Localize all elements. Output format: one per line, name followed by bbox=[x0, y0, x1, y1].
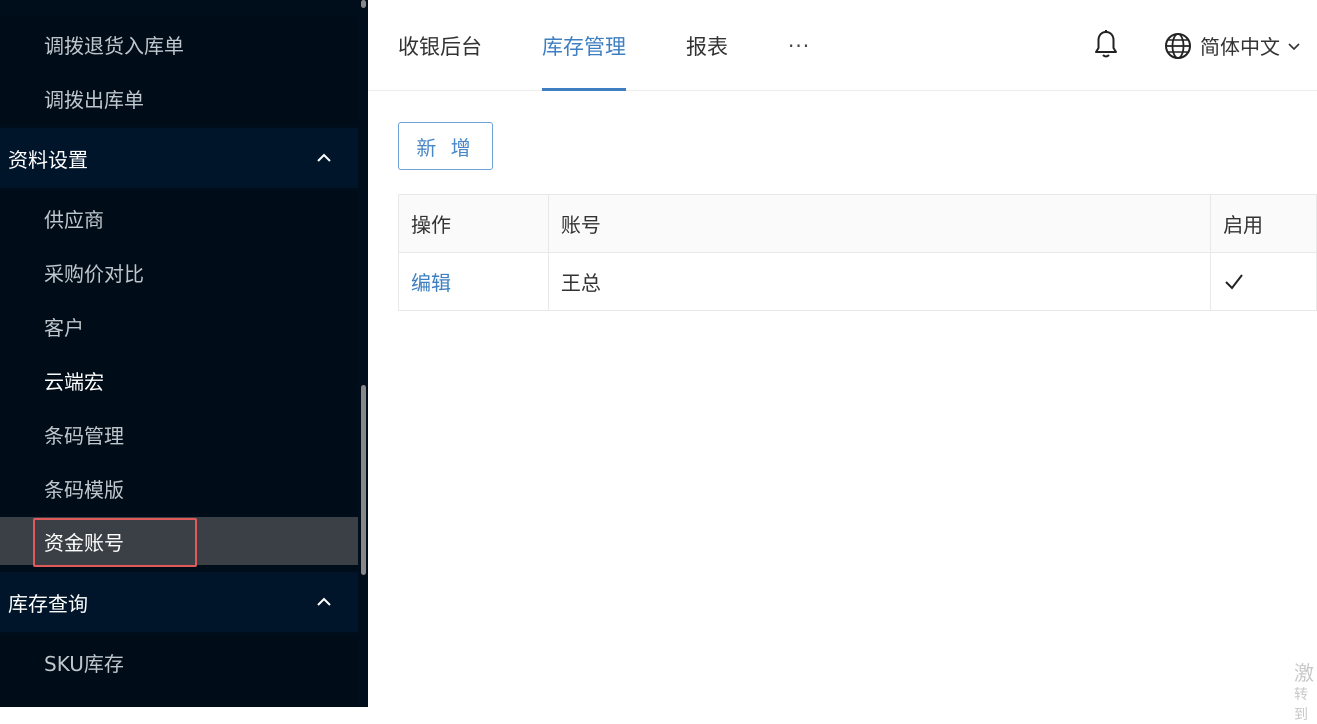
sidebar-group-data-settings[interactable]: 资料设置 bbox=[0, 128, 358, 188]
more-tabs-button[interactable]: ··· bbox=[788, 0, 810, 91]
activation-watermark-line1: 激 bbox=[1294, 661, 1314, 685]
sidebar-item-partial[interactable] bbox=[0, 689, 358, 707]
sidebar-item-transfer-return-in[interactable]: 调拨退货入库单 bbox=[0, 17, 358, 71]
chevron-up-icon bbox=[317, 597, 331, 606]
tab-inventory-management[interactable]: 库存管理 bbox=[542, 0, 626, 91]
tab-label: 库存管理 bbox=[542, 34, 626, 59]
fund-account-table: 操作 账号 启用 编辑 王总 bbox=[398, 194, 1317, 311]
sidebar-group-stock-query[interactable]: 库存查询 bbox=[0, 572, 358, 632]
language-label: 简体中文 bbox=[1200, 35, 1280, 59]
column-header-account[interactable]: 账号 bbox=[547, 194, 1212, 253]
language-selector[interactable]: 简体中文 bbox=[1164, 0, 1302, 91]
add-button[interactable]: 新 增 bbox=[398, 122, 493, 170]
enabled-cell bbox=[1210, 252, 1317, 311]
sidebar-item-label: 条码模版 bbox=[44, 477, 124, 502]
scrollbar-track[interactable] bbox=[358, 0, 368, 707]
sidebar-group-label: 资料设置 bbox=[8, 147, 88, 172]
table-header-row: 操作 账号 启用 bbox=[398, 194, 1317, 253]
sidebar-item-supplier[interactable]: 供应商 bbox=[0, 191, 358, 245]
sidebar-item-label: 调拨出库单 bbox=[44, 87, 144, 112]
sidebar-item-price-compare[interactable]: 采购价对比 bbox=[0, 245, 358, 299]
sidebar-item-label: 云端宏 bbox=[44, 369, 104, 394]
tab-reports[interactable]: 报表 bbox=[686, 0, 728, 91]
tab-label: 收银后台 bbox=[398, 34, 482, 59]
sidebar-item-cloud-macro[interactable]: 云端宏 bbox=[0, 353, 358, 407]
sidebar-item-label: 采购价对比 bbox=[44, 261, 144, 286]
sidebar-item-label: 调拨退货入库单 bbox=[44, 33, 184, 58]
column-header-enabled[interactable]: 启用 bbox=[1210, 194, 1317, 253]
chevron-up-icon bbox=[317, 153, 331, 162]
account-cell: 王总 bbox=[547, 252, 1212, 311]
sidebar-item-label: 客户 bbox=[44, 315, 84, 340]
globe-icon bbox=[1165, 32, 1191, 59]
sidebar-item-barcode-template[interactable]: 条码模版 bbox=[0, 461, 358, 515]
sidebar-item-fund-account[interactable]: 资金账号 bbox=[0, 517, 358, 565]
sidebar-item-customer[interactable]: 客户 bbox=[0, 299, 358, 353]
table-row: 编辑 王总 bbox=[398, 252, 1317, 311]
sidebar-item-label: 供应商 bbox=[44, 207, 104, 232]
edit-link[interactable]: 编辑 bbox=[398, 252, 549, 311]
activation-watermark-line2: 转到 bbox=[1294, 687, 1308, 723]
sidebar-item-label: 资金账号 bbox=[44, 530, 124, 555]
tab-label: 报表 bbox=[686, 34, 728, 59]
scrollbar-thumb[interactable] bbox=[361, 385, 366, 575]
tab-cashier-backend[interactable]: 收银后台 bbox=[398, 0, 482, 91]
chevron-down-icon bbox=[1288, 42, 1300, 50]
sidebar-item-label: SKU库存 bbox=[44, 651, 124, 676]
scrollbar-top-thumb[interactable] bbox=[361, 0, 366, 8]
checkmark-icon bbox=[1225, 273, 1243, 290]
sidebar-item-barcode-manage[interactable]: 条码管理 bbox=[0, 407, 358, 461]
top-header: 收银后台 库存管理 报表 ··· 简体中文 bbox=[368, 0, 1317, 91]
sidebar-item-transfer-out[interactable]: 调拨出库单 bbox=[0, 71, 358, 125]
sidebar-item-label: 条码管理 bbox=[44, 423, 124, 448]
sidebar-group-label: 库存查询 bbox=[8, 591, 88, 616]
sidebar: 调拨退货入库单 调拨出库单 资料设置 供应商 采购价对比 客户 云端宏 条码管理… bbox=[0, 0, 368, 707]
sidebar-item-sku-stock[interactable]: SKU库存 bbox=[0, 635, 358, 689]
bell-icon[interactable] bbox=[1093, 29, 1119, 59]
column-header-action[interactable]: 操作 bbox=[398, 194, 549, 253]
